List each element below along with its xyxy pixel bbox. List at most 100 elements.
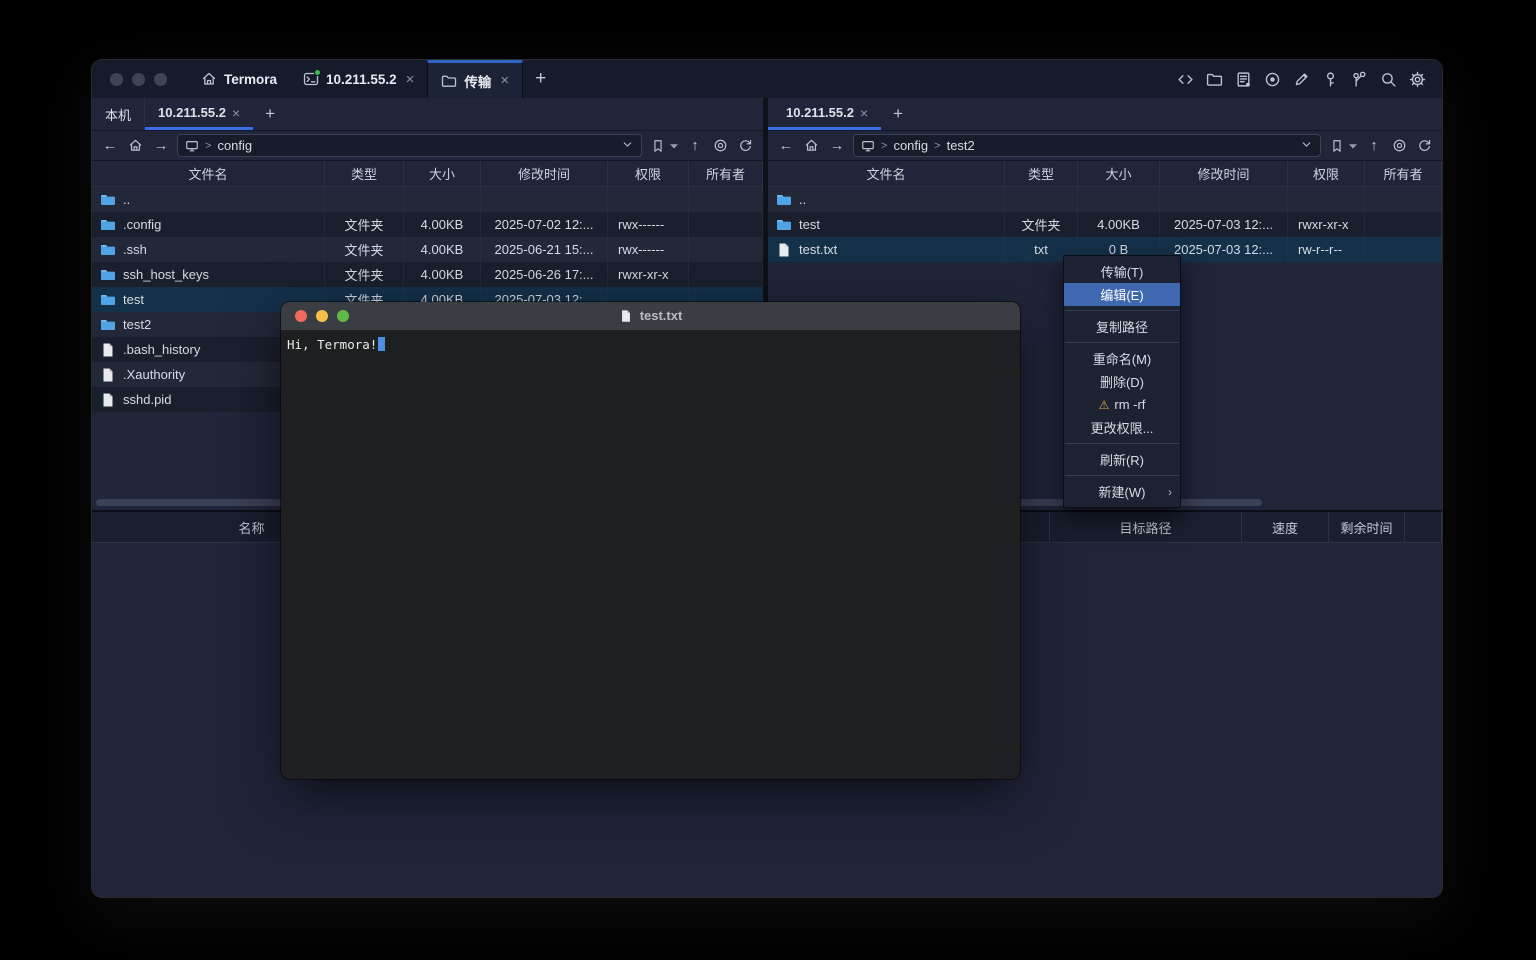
chevron-down-icon[interactable] — [621, 138, 634, 154]
menu-item-rename[interactable]: 重命名(M) — [1064, 347, 1180, 370]
tab-label: 传输 — [464, 71, 491, 91]
keychain-icon[interactable] — [1350, 70, 1368, 88]
tab-local[interactable]: 本机 — [92, 98, 145, 130]
menu-item-new[interactable]: 新建(W)› — [1064, 480, 1180, 503]
window-controls[interactable] — [92, 60, 181, 98]
menu-item-transfer[interactable]: 传输(T) — [1064, 260, 1180, 283]
back-button[interactable]: ← — [776, 138, 796, 154]
transfer-col-target[interactable]: 目标路径 — [1050, 512, 1242, 542]
transfer-col-remaining[interactable]: 剩余时间 — [1329, 512, 1405, 542]
path-field[interactable]: > config — [177, 134, 642, 157]
forward-button[interactable]: → — [151, 138, 171, 154]
tab-label: Termora — [224, 72, 277, 87]
folder-icon — [100, 242, 116, 258]
new-panel-tab-button[interactable]: + — [253, 98, 287, 130]
minimize-window-button[interactable] — [132, 73, 145, 86]
menu-item-refresh[interactable]: 刷新(R) — [1064, 448, 1180, 471]
tab-ssh-session[interactable]: 10.211.55.2 × — [290, 60, 427, 98]
show-hidden-icon[interactable] — [711, 138, 730, 153]
settings-icon[interactable] — [1408, 70, 1426, 88]
new-panel-tab-button[interactable]: + — [881, 98, 915, 130]
close-tab-icon[interactable]: × — [500, 72, 509, 89]
record-icon[interactable] — [1263, 70, 1281, 88]
new-tab-button[interactable]: + — [523, 60, 558, 98]
folder-icon — [100, 317, 116, 333]
upload-button[interactable]: ↑ — [1364, 138, 1384, 154]
editor-content[interactable]: Hi, Termora! — [281, 330, 1020, 779]
right-address-bar: ← → > config > test2 ↑ — [768, 131, 1442, 161]
bookmark-icon[interactable] — [1327, 139, 1346, 153]
refresh-icon[interactable] — [1415, 138, 1434, 153]
file-icon — [100, 342, 116, 358]
home-icon — [201, 71, 217, 87]
back-button[interactable]: ← — [100, 138, 120, 154]
transfer-col-speed[interactable]: 速度 — [1242, 512, 1329, 542]
table-row[interactable]: test 文件夹4.00KB2025-07-03 12:...rwxr-xr-x — [768, 212, 1442, 237]
path-segment[interactable]: test2 — [947, 138, 975, 153]
home-button[interactable] — [126, 138, 145, 153]
tab-remote-10-211-55-2[interactable]: 10.211.55.2 × — [768, 98, 881, 130]
tab-transfer[interactable]: 传输 × — [427, 60, 523, 98]
submenu-arrow-icon: › — [1168, 485, 1172, 499]
menu-item-edit[interactable]: 编辑(E) — [1064, 283, 1180, 306]
editor-window: test.txt Hi, Termora! — [281, 302, 1020, 779]
home-button[interactable] — [802, 138, 821, 153]
chevron-down-icon[interactable] — [1300, 138, 1313, 154]
upload-button[interactable]: ↑ — [685, 138, 705, 154]
edit-icon[interactable] — [1292, 70, 1310, 88]
editor-title-bar[interactable]: test.txt — [281, 302, 1020, 330]
tab-home[interactable]: Termora — [181, 60, 290, 98]
forward-button[interactable]: → — [827, 138, 847, 154]
zoom-window-button[interactable] — [154, 73, 167, 86]
close-window-button[interactable] — [110, 73, 123, 86]
context-menu: 传输(T) 编辑(E) 复制路径 重命名(M) 删除(D) ⚠rm -rf 更改… — [1063, 255, 1181, 508]
menu-item-rm-rf[interactable]: ⚠rm -rf — [1064, 393, 1180, 416]
show-hidden-icon[interactable] — [1390, 138, 1409, 153]
close-tab-icon[interactable]: × — [232, 105, 240, 121]
menu-item-delete[interactable]: 删除(D) — [1064, 370, 1180, 393]
file-icon — [776, 242, 792, 258]
close-window-button[interactable] — [295, 310, 307, 322]
minimize-window-button[interactable] — [316, 310, 328, 322]
folder-icon — [100, 217, 116, 233]
file-icon — [100, 367, 116, 383]
table-row[interactable]: .. — [92, 187, 763, 212]
table-row[interactable]: .config 文件夹4.00KB2025-07-02 12:...rwx---… — [92, 212, 763, 237]
table-row[interactable]: ssh_host_keys 文件夹4.00KB2025-06-26 17:...… — [92, 262, 763, 287]
transfer-col-extra[interactable] — [1405, 512, 1442, 542]
folder-icon[interactable] — [1205, 70, 1223, 88]
zoom-window-button[interactable] — [337, 310, 349, 322]
search-icon[interactable] — [1379, 70, 1397, 88]
code-icon[interactable] — [1176, 70, 1194, 88]
menu-separator — [1065, 475, 1179, 476]
table-row[interactable]: .ssh 文件夹4.00KB2025-06-21 15:...rwx------ — [92, 237, 763, 262]
path-field[interactable]: > config > test2 — [853, 134, 1321, 157]
text-cursor — [378, 337, 385, 351]
bookmark-dropdown-icon[interactable] — [669, 143, 679, 149]
log-icon[interactable] — [1234, 70, 1252, 88]
folder-icon — [776, 217, 792, 233]
editor-window-controls[interactable] — [281, 310, 349, 322]
warning-icon: ⚠ — [1099, 398, 1110, 412]
menu-item-copy-path[interactable]: 复制路径 — [1064, 315, 1180, 338]
close-tab-icon[interactable]: × — [860, 105, 868, 121]
refresh-icon[interactable] — [736, 138, 755, 153]
tab-remote-10-211-55-2[interactable]: 10.211.55.2 × — [145, 98, 253, 130]
menu-separator — [1065, 342, 1179, 343]
table-header[interactable]: 文件名 类型 大小 修改时间 权限 所有者 — [92, 161, 763, 187]
path-segment[interactable]: config — [893, 138, 928, 153]
key-icon[interactable] — [1321, 70, 1339, 88]
bookmark-dropdown-icon[interactable] — [1348, 143, 1358, 149]
title-bar: Termora 10.211.55.2 × 传输 × + — [92, 60, 1442, 98]
path-segment[interactable]: config — [217, 138, 252, 153]
left-panel-tabbar: 本机 10.211.55.2 × + — [92, 98, 763, 131]
table-row[interactable]: .. — [768, 187, 1442, 212]
table-header[interactable]: 文件名 类型 大小 修改时间 权限 所有者 — [768, 161, 1442, 187]
menu-item-change-permissions[interactable]: 更改权限... — [1064, 416, 1180, 439]
bookmark-icon[interactable] — [648, 139, 667, 153]
menu-separator — [1065, 310, 1179, 311]
right-panel-tabbar: 10.211.55.2 × + — [768, 98, 1442, 131]
editor-window-title: test.txt — [281, 308, 1020, 325]
close-tab-icon[interactable]: × — [406, 71, 415, 88]
editor-text: Hi, Termora! — [287, 337, 377, 352]
